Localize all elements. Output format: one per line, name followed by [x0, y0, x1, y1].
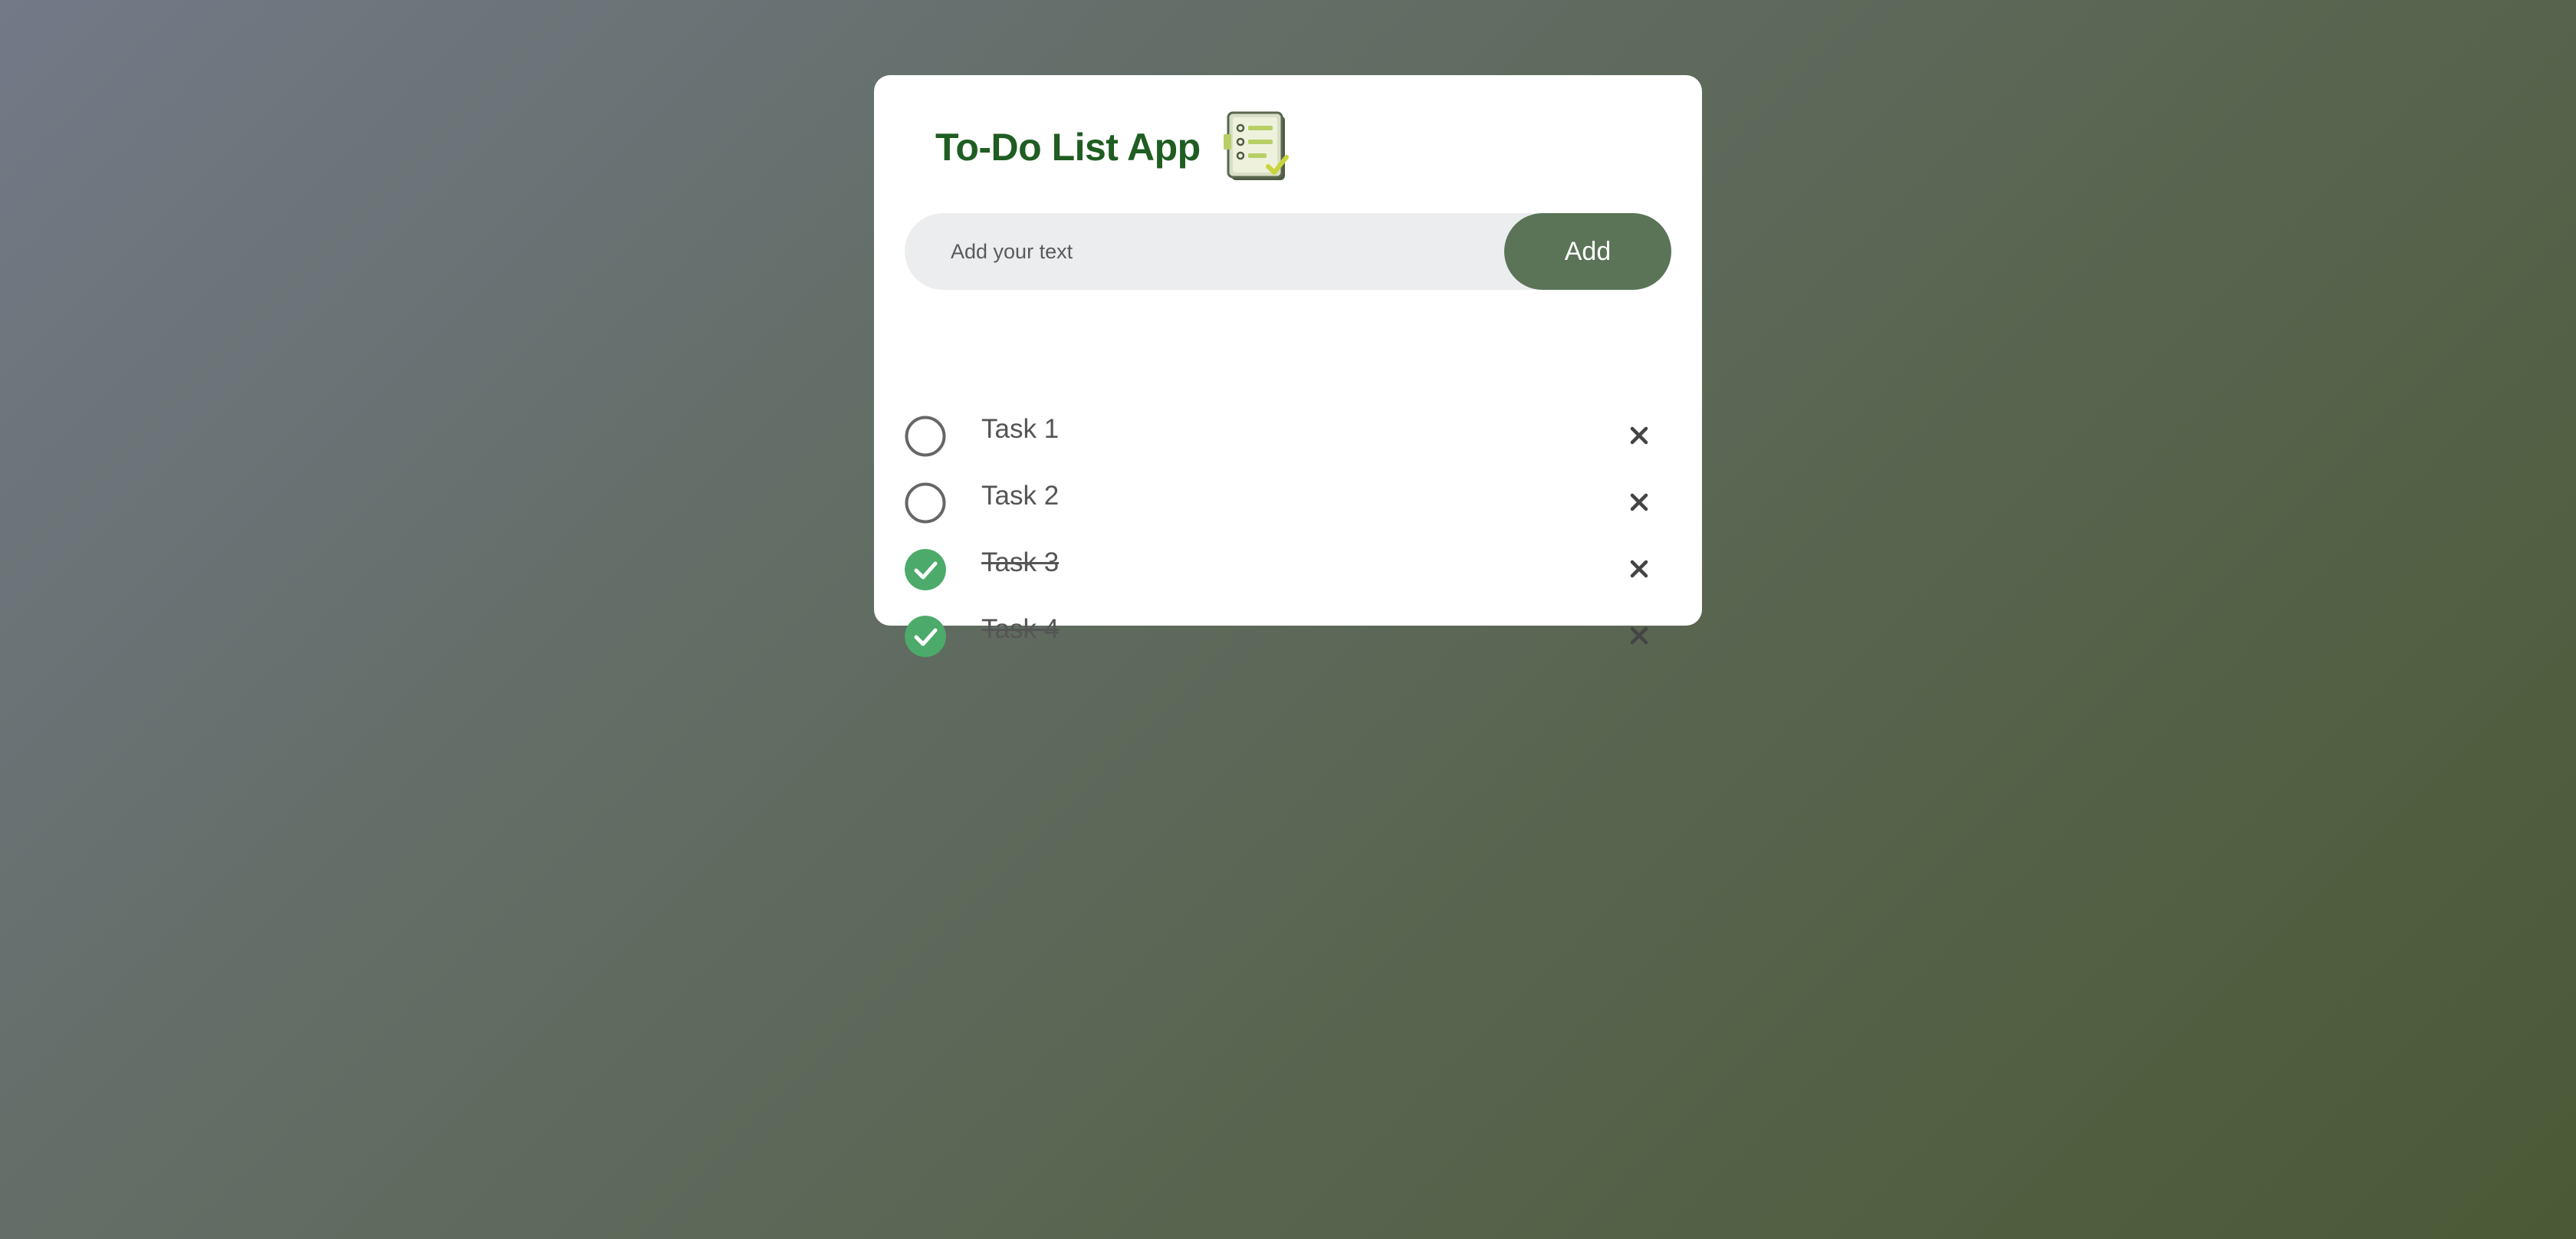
close-icon[interactable] [1624, 487, 1654, 518]
close-icon[interactable] [1624, 554, 1654, 584]
close-icon[interactable] [1624, 620, 1654, 651]
task-input[interactable] [905, 213, 1503, 290]
app-title: To-Do List App [935, 126, 1201, 169]
task-item[interactable]: Task 2 [905, 472, 1671, 538]
todo-card: To-Do List App Add Task 1 Task 2 Task 3 Tas… [874, 75, 1702, 657]
task-label: Task 3 [981, 547, 1060, 577]
task-label: Task 1 [981, 414, 1060, 444]
task-label: Task 2 [981, 481, 1060, 511]
unchecked-circle-icon[interactable] [905, 482, 946, 524]
input-row: Add [905, 213, 1671, 290]
checked-circle-icon[interactable] [905, 549, 946, 590]
task-label: Task 4 [981, 614, 1060, 644]
task-list: Task 1 Task 2 Task 3 Task 4 [905, 405, 1671, 672]
task-item[interactable]: Task 3 [905, 538, 1671, 605]
checked-circle-icon[interactable] [905, 616, 946, 657]
checklist-icon [1223, 111, 1289, 180]
task-item[interactable]: Task 1 [905, 405, 1671, 472]
header: To-Do List App [935, 109, 1291, 186]
close-icon[interactable] [1624, 420, 1654, 451]
unchecked-circle-icon[interactable] [905, 416, 946, 457]
add-button[interactable]: Add [1504, 213, 1671, 290]
task-item[interactable]: Task 4 [905, 605, 1671, 672]
